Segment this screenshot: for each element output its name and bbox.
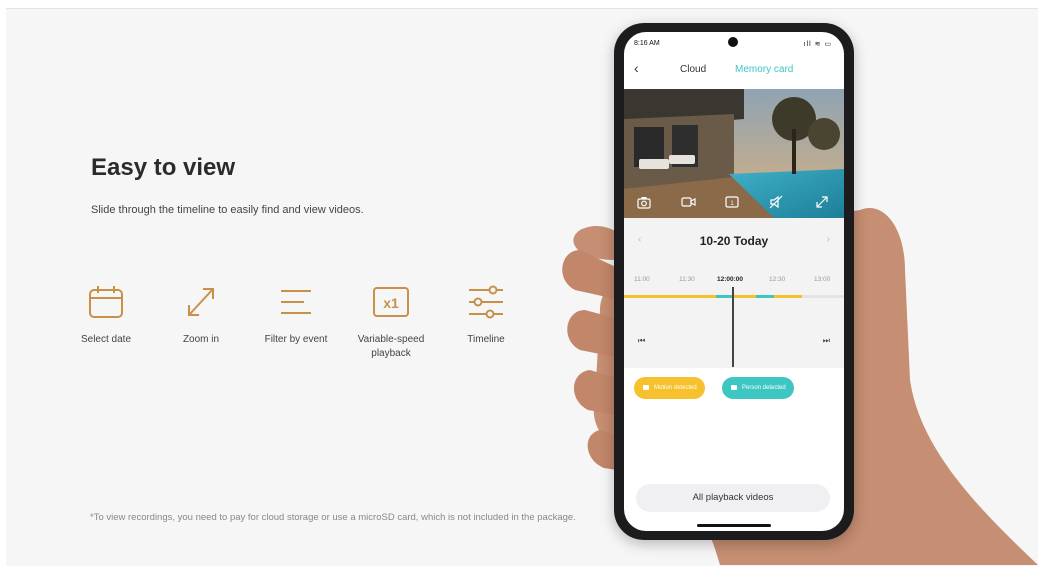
tick-label: 12:30 bbox=[769, 276, 786, 283]
transport-controls: ⏮ ⏭ bbox=[624, 336, 844, 348]
phone-device: 8:16 AM ıll ≋ ▭ ‹ Cloud Memory card 1 ‹ … bbox=[614, 23, 854, 540]
feature-select-date: Select date bbox=[56, 284, 156, 347]
page-title: Easy to view bbox=[91, 154, 236, 181]
page-subtitle: Slide through the timeline to easily fin… bbox=[91, 204, 364, 216]
record-video-icon[interactable] bbox=[680, 194, 696, 210]
filter-icon bbox=[281, 290, 311, 314]
tick-label: 11:00 bbox=[634, 276, 650, 283]
front-camera bbox=[728, 37, 738, 47]
chip-motion-detected[interactable]: Motion detected bbox=[634, 377, 705, 399]
feature-variable-speed: x1 Variable-speed playback bbox=[341, 284, 441, 361]
app-nav: ‹ Cloud Memory card bbox=[624, 58, 844, 80]
chip-person-detected[interactable]: Person detected bbox=[722, 377, 794, 399]
chip-label: Person detected bbox=[742, 385, 786, 391]
camera-snapshot-icon[interactable] bbox=[636, 194, 652, 210]
back-icon[interactable]: ‹ bbox=[634, 60, 639, 76]
footnote: *To view recordings, you need to pay for… bbox=[90, 512, 576, 523]
feature-label: Zoom in bbox=[182, 334, 220, 345]
phone-screen: 8:16 AM ıll ≋ ▭ ‹ Cloud Memory card 1 ‹ … bbox=[624, 32, 844, 531]
tick-label: 13:00 bbox=[814, 276, 831, 283]
person-icon bbox=[731, 385, 737, 390]
feature-zoom-in: Zoom in bbox=[151, 284, 251, 347]
speed-x1-icon: x1 bbox=[373, 287, 409, 317]
feature-filter-by-event: Filter by event bbox=[246, 284, 346, 347]
feature-timeline: Timeline bbox=[436, 284, 536, 347]
date-label[interactable]: 10-20 Today bbox=[624, 234, 844, 248]
status-time: 8:16 AM bbox=[634, 40, 660, 47]
skip-end-icon[interactable]: ⏭ bbox=[823, 336, 830, 346]
feature-label: Select date bbox=[80, 334, 132, 345]
chip-label: Motion detected bbox=[654, 385, 697, 391]
timeline-ticks: 11:00 11:30 12:00:00 12:30 13:00 bbox=[624, 276, 844, 288]
timeline-panel: ‹ 10-20 Today › 11:00 11:30 12:00:00 12:… bbox=[624, 218, 844, 368]
svg-text:1: 1 bbox=[730, 201, 734, 207]
timeline-sliders-icon bbox=[469, 285, 503, 319]
feature-label: Timeline bbox=[467, 334, 505, 345]
calendar-icon bbox=[89, 286, 123, 318]
home-indicator bbox=[697, 524, 771, 527]
skip-start-icon[interactable]: ⏮ bbox=[638, 336, 645, 346]
fullscreen-icon[interactable] bbox=[814, 194, 830, 210]
feature-label: Variable-speed playback bbox=[357, 334, 425, 359]
tab-memory-card[interactable]: Memory card bbox=[735, 64, 793, 75]
timeline-segment-motion bbox=[734, 295, 756, 298]
all-playback-videos-button[interactable]: All playback videos bbox=[636, 484, 830, 512]
timeline-segment-person bbox=[756, 295, 774, 298]
status-bar: 8:16 AM ıll ≋ ▭ bbox=[624, 32, 844, 52]
mute-icon[interactable] bbox=[768, 194, 784, 210]
tick-label: 11:30 bbox=[679, 276, 695, 283]
video-controls: 1 bbox=[624, 190, 844, 214]
zoom-in-icon bbox=[188, 288, 214, 316]
timeline-cursor[interactable] bbox=[732, 287, 734, 367]
motion-icon bbox=[643, 385, 649, 390]
tab-cloud[interactable]: Cloud bbox=[680, 64, 706, 75]
next-day-icon[interactable]: › bbox=[827, 234, 830, 245]
timeline-segment-motion bbox=[774, 295, 802, 298]
feature-label: Filter by event bbox=[264, 334, 328, 345]
svg-text:x1: x1 bbox=[383, 295, 399, 311]
speed-icon[interactable]: 1 bbox=[724, 194, 740, 210]
timeline-segment-motion bbox=[624, 295, 716, 298]
status-icons: ıll ≋ ▭ bbox=[803, 41, 832, 48]
date-selector: ‹ 10-20 Today › bbox=[624, 232, 844, 252]
tick-label-current: 12:00:00 bbox=[717, 276, 744, 283]
